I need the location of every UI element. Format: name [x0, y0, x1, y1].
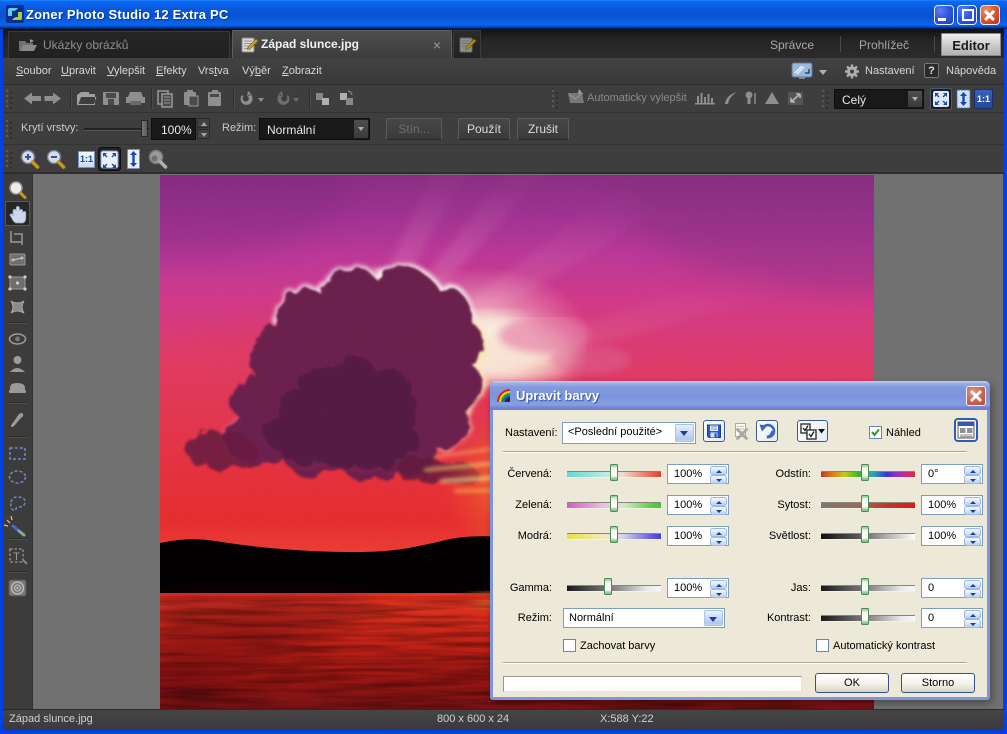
svg-text:T: T: [13, 551, 20, 563]
